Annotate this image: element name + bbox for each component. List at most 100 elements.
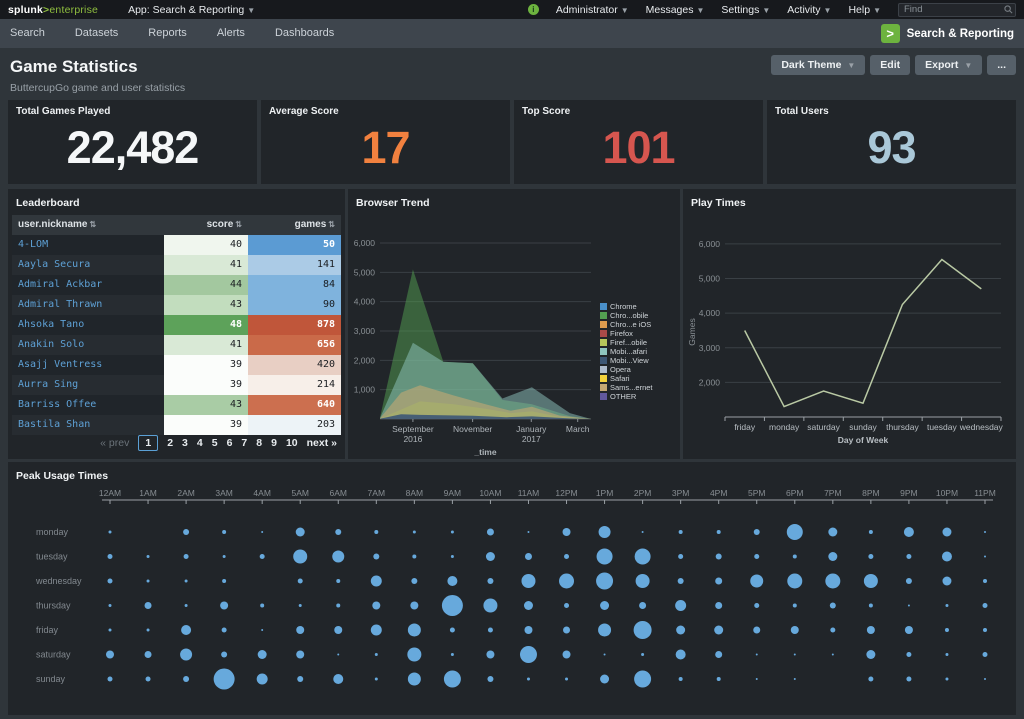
find-search[interactable]: [898, 3, 1016, 17]
games-cell[interactable]: 656: [248, 335, 341, 355]
nickname-cell[interactable]: Admiral Thrawn: [12, 295, 164, 315]
games-cell[interactable]: 214: [248, 375, 341, 395]
games-cell[interactable]: 90: [248, 295, 341, 315]
usage-bubble[interactable]: [984, 531, 986, 533]
usage-bubble[interactable]: [147, 629, 150, 632]
usage-bubble[interactable]: [675, 600, 686, 611]
edit-button[interactable]: Edit: [870, 55, 910, 75]
usage-bubble[interactable]: [756, 678, 758, 680]
usage-bubble[interactable]: [183, 529, 189, 535]
usage-bubble[interactable]: [412, 555, 416, 559]
usage-bubble[interactable]: [524, 626, 532, 634]
usage-bubble[interactable]: [181, 625, 191, 635]
nickname-cell[interactable]: Aurra Sing: [12, 375, 164, 395]
usage-bubble[interactable]: [942, 577, 951, 586]
usage-bubble[interactable]: [451, 653, 454, 656]
usage-bubble[interactable]: [145, 651, 152, 658]
nickname-cell[interactable]: Barriss Offee: [12, 395, 164, 415]
games-cell[interactable]: 640: [248, 395, 341, 415]
usage-bubble[interactable]: [487, 578, 493, 584]
column-header-score[interactable]: score⇅: [164, 215, 248, 235]
usage-bubble[interactable]: [147, 555, 150, 558]
usage-bubble[interactable]: [794, 678, 796, 680]
usage-bubble[interactable]: [109, 629, 112, 632]
table-row[interactable]: Barriss Offee43640: [12, 395, 341, 415]
page-button-6[interactable]: 6: [227, 437, 233, 449]
usage-bubble[interactable]: [407, 648, 421, 662]
usage-bubble[interactable]: [942, 552, 952, 562]
usage-bubble[interactable]: [410, 602, 418, 610]
usage-bubble[interactable]: [636, 574, 650, 588]
usage-bubble[interactable]: [335, 529, 341, 535]
usage-bubble[interactable]: [220, 602, 228, 610]
usage-bubble[interactable]: [604, 654, 606, 656]
usage-bubble[interactable]: [486, 552, 495, 561]
usage-bubble[interactable]: [787, 574, 802, 589]
menu-settings[interactable]: Settings▼: [721, 4, 770, 16]
usage-bubble[interactable]: [487, 529, 494, 536]
score-cell[interactable]: 39: [164, 375, 248, 395]
nickname-cell[interactable]: Bastila Shan: [12, 415, 164, 435]
page-button-8[interactable]: 8: [256, 437, 262, 449]
page-button-5[interactable]: 5: [212, 437, 218, 449]
usage-bubble[interactable]: [908, 605, 910, 607]
menu-administrator[interactable]: Administrator▼: [556, 4, 629, 16]
app-menu[interactable]: App: Search & Reporting▼: [128, 4, 255, 16]
page-button-7[interactable]: 7: [241, 437, 247, 449]
usage-bubble[interactable]: [373, 554, 379, 560]
usage-bubble[interactable]: [559, 574, 574, 589]
usage-bubble[interactable]: [147, 580, 150, 583]
usage-bubble[interactable]: [222, 530, 226, 534]
usage-bubble[interactable]: [451, 531, 454, 534]
usage-bubble[interactable]: [676, 650, 686, 660]
table-row[interactable]: Aurra Sing39214: [12, 375, 341, 395]
usage-bubble[interactable]: [413, 531, 416, 534]
usage-bubble[interactable]: [223, 555, 226, 558]
usage-bubble[interactable]: [867, 626, 875, 634]
menu-messages[interactable]: Messages▼: [646, 4, 705, 16]
usage-bubble[interactable]: [639, 602, 646, 609]
usage-bubble[interactable]: [375, 678, 378, 681]
usage-bubble[interactable]: [715, 578, 722, 585]
usage-bubble[interactable]: [869, 530, 873, 534]
table-row[interactable]: Anakin Solo41656: [12, 335, 341, 355]
page-button-2[interactable]: 2: [167, 437, 173, 449]
column-header-user-nickname[interactable]: user.nickname⇅: [12, 215, 164, 235]
usage-bubble[interactable]: [222, 628, 227, 633]
usage-bubble[interactable]: [750, 575, 763, 588]
more-button[interactable]: ...: [987, 55, 1016, 75]
usage-bubble[interactable]: [108, 554, 113, 559]
usage-bubble[interactable]: [945, 628, 949, 632]
usage-bubble[interactable]: [451, 555, 454, 558]
usage-bubble[interactable]: [597, 549, 613, 565]
usage-bubble[interactable]: [945, 604, 948, 607]
usage-bubble[interactable]: [598, 624, 611, 637]
usage-bubble[interactable]: [906, 652, 911, 657]
usage-bubble[interactable]: [793, 555, 797, 559]
usage-bubble[interactable]: [408, 624, 421, 637]
usage-bubble[interactable]: [299, 604, 302, 607]
usage-bubble[interactable]: [679, 530, 683, 534]
usage-bubble[interactable]: [679, 677, 683, 681]
usage-bubble[interactable]: [563, 651, 571, 659]
table-row[interactable]: Bastila Shan39203: [12, 415, 341, 435]
nickname-cell[interactable]: 4-LOM: [12, 235, 164, 255]
usage-bubble[interactable]: [794, 654, 796, 656]
usage-bubble[interactable]: [983, 628, 987, 632]
usage-bubble[interactable]: [787, 524, 803, 540]
usage-bubble[interactable]: [754, 603, 759, 608]
usage-bubble[interactable]: [185, 604, 188, 607]
usage-bubble[interactable]: [830, 628, 835, 633]
usage-bubble[interactable]: [906, 677, 911, 682]
score-cell[interactable]: 40: [164, 235, 248, 255]
usage-bubble[interactable]: [336, 604, 340, 608]
usage-bubble[interactable]: [564, 603, 569, 608]
page-button-10[interactable]: 10: [286, 437, 298, 449]
usage-bubble[interactable]: [942, 528, 951, 537]
usage-bubble[interactable]: [222, 579, 226, 583]
usage-bubble[interactable]: [825, 574, 840, 589]
usage-bubble[interactable]: [146, 677, 151, 682]
usage-bubble[interactable]: [564, 554, 569, 559]
usage-bubble[interactable]: [715, 602, 722, 609]
table-row[interactable]: 4-LOM4050: [12, 235, 341, 255]
